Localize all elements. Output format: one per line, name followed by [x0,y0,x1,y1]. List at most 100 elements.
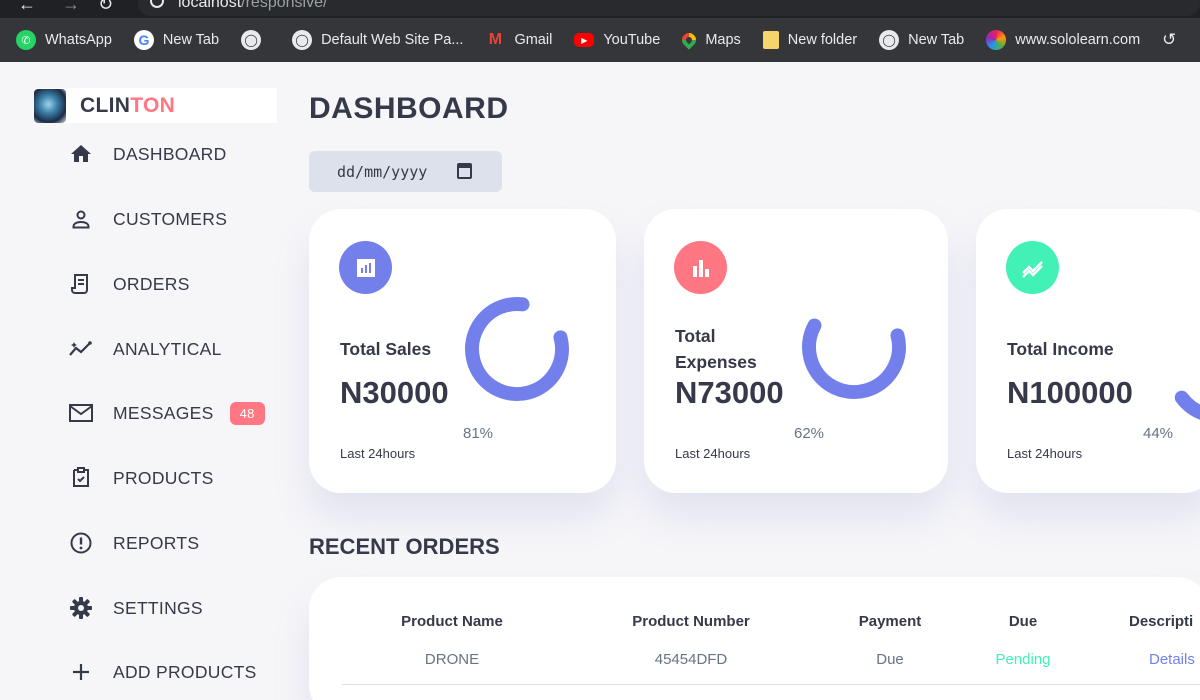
card-timeframe: Last 24hours [675,446,751,461]
gmail-icon: M [488,31,503,48]
youtube-icon: ▶ [574,33,595,47]
folder-icon [762,31,779,49]
person-icon [68,206,94,232]
calendar-icon[interactable] [457,163,472,179]
progress-arc [1166,319,1200,423]
main-content: DASHBOARD dd/mm/yyyy Total Sales N30000 … [309,62,1200,700]
cell-product-number: 45454DFD [654,651,728,668]
bookmark-label: Default Web Site Pa... [321,32,464,48]
logo-text-primary: CLIN [80,93,131,117]
progress-ring [465,297,569,401]
date-input[interactable]: dd/mm/yyyy [309,151,502,192]
bookmark-whatsapp[interactable]: ✆ WhatsApp [16,30,112,50]
progress-ring [1166,319,1200,423]
sidebar-item-customers[interactable]: CUSTOMERS [68,204,227,234]
bookmark-label: YouTube [603,32,661,48]
column-header-payment: Payment [858,613,922,630]
card-amount: N100000 [1007,375,1133,410]
bookmark-globe[interactable]: ◯ [241,30,270,50]
bookmark-youtube[interactable]: ▶ YouTube [574,32,660,48]
report-icon [68,530,94,556]
total-income-card: Total Income N100000 44% Last 24hours [976,209,1200,493]
progress-arc [802,295,906,399]
sidebar-item-messages[interactable]: MESSAGES 48 [68,398,265,428]
total-expenses-card: Total Expenses N73000 62% Last 24hours [644,209,948,493]
browser-toolbar: ← → ↻ localhost/responsive/ [0,0,1200,18]
bookmark-new-tab-2[interactable]: ◯ New Tab [879,30,964,50]
total-sales-card: Total Sales N30000 81% Last 24hours [309,209,616,493]
sidebar-item-label: SETTINGS [113,597,203,618]
page-title: DASHBOARD [309,92,509,125]
recent-orders-table: Product Name Product Number Payment Due … [309,577,1200,700]
progress-ring [802,295,906,399]
card-label-line1: Total Sales [340,339,432,359]
column-header-description: Descripti [1129,613,1194,630]
gear-icon [68,595,94,621]
bookmark-label: New folder [787,32,858,48]
sidebar-item-analytical[interactable]: ANALYTICAL [68,334,222,364]
cell-due-status: Pending [995,651,1051,668]
address-bar-url[interactable]: localhost/responsive/ [178,0,327,12]
history-icon[interactable]: ↺ [1162,30,1176,50]
sidebar-item-products[interactable]: PRODUCTS [68,463,214,493]
bookmark-new-folder[interactable]: New folder [762,31,858,49]
mail-icon [68,400,94,426]
home-icon [68,141,94,167]
reload-icon[interactable]: ↻ [98,0,113,15]
sidebar-item-add-products[interactable]: ADD PRODUCTS [68,657,257,687]
url-path: /responsive/ [241,0,328,11]
logo-image [34,88,66,123]
inventory-icon [68,465,94,491]
maps-icon [679,30,700,50]
cell-payment: Due [876,651,904,668]
card-label-line1: Total [675,326,716,346]
card-timeframe: Last 24hours [1007,446,1083,461]
forward-arrow-icon[interactable]: → [62,0,80,15]
card-label-line1: Total Income [1007,339,1114,359]
whatsapp-icon: ✆ [16,30,36,50]
url-host: localhost [178,0,242,11]
back-arrow-icon[interactable]: ← [18,0,36,15]
card-label: Total Expenses [675,323,757,375]
sidebar-item-label: CUSTOMERS [113,208,228,229]
bar-chart-icon [674,241,727,294]
column-header-product-name: Product Name [401,613,503,630]
recent-orders-title: RECENT ORDERS [309,534,500,559]
bookmark-default-web-site[interactable]: ◯ Default Web Site Pa... [292,30,463,50]
card-amount: N73000 [675,375,784,410]
bookmarks-bar: ✆ WhatsApp G New Tab ◯ ◯ Default Web Site P… [0,18,1200,62]
bookmark-sololearn[interactable]: www.sololearn.com [986,30,1140,50]
column-header-product-number: Product Number [632,613,750,630]
card-percentage: 81% [463,425,494,442]
card-label: Total Sales [340,336,431,362]
bookmark-new-tab[interactable]: G New Tab [133,30,219,50]
sidebar: CLINTON DASHBOARD CUSTOMERS ORDERS ANALY… [0,62,290,700]
sidebar-item-reports[interactable]: REPORTS [68,528,199,558]
sidebar-item-dashboard[interactable]: DASHBOARD [68,139,227,169]
sidebar-item-label: PRODUCTS [113,467,214,488]
bookmark-label: Gmail [514,32,553,48]
sidebar-item-settings[interactable]: SETTINGS [68,593,203,623]
sidebar-item-label: REPORTS [113,532,200,553]
card-timeframe: Last 24hours [340,446,416,461]
sidebar-item-label: ANALYTICAL [113,338,222,359]
sidebar-item-label: ORDERS [113,273,190,294]
cell-product-name: DRONE [424,651,480,668]
bookmark-label: WhatsApp [45,32,112,48]
bookmark-gmail[interactable]: M Gmail [485,30,553,50]
column-header-due: Due [1008,613,1038,630]
bookmark-label: Maps [705,32,741,48]
card-amount: N30000 [340,375,449,410]
card-label-line2: Expenses [675,352,757,372]
message-count-badge: 48 [229,401,265,425]
globe-icon: ◯ [241,30,262,50]
logo[interactable]: CLINTON [34,88,277,123]
bookmark-maps[interactable]: Maps [679,30,741,50]
card-percentage: 62% [794,425,825,442]
sidebar-item-label: ADD PRODUCTS [113,661,257,682]
bookmark-label: New Tab [908,32,965,48]
card-label: Total Income [1007,336,1114,362]
insights-icon [68,336,94,362]
sidebar-item-orders[interactable]: ORDERS [68,269,190,299]
details-link[interactable]: Details [1149,651,1195,668]
